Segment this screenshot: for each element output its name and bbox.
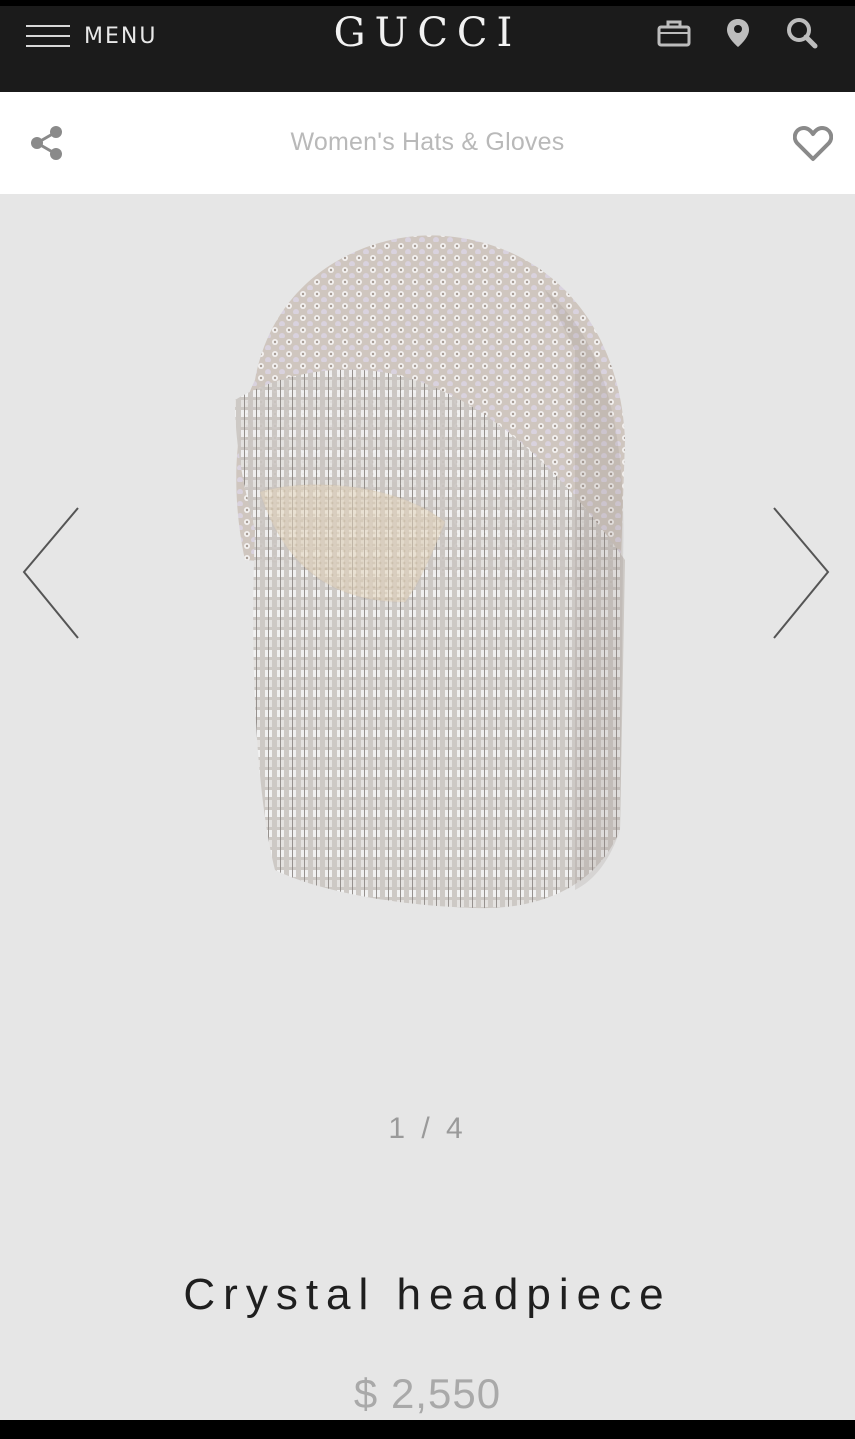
category-title: Women's Hats & Gloves [290, 128, 565, 156]
shopping-bag-icon[interactable] [657, 16, 691, 50]
heart-icon[interactable] [792, 126, 834, 162]
chevron-left-icon[interactable] [20, 506, 82, 646]
category-header: Women's Hats & Gloves [0, 92, 855, 194]
bottom-system-bar [0, 1420, 855, 1439]
product-image[interactable] [215, 230, 635, 920]
chevron-right-icon[interactable] [770, 506, 832, 646]
top-navigation-bar: MENU GUCCI [0, 6, 855, 92]
image-pager: 1 / 4 [388, 1112, 467, 1145]
product-image-gallery: 1 / 4 Crystal headpiece $ 2,550 [0, 194, 855, 1420]
search-icon[interactable] [785, 16, 819, 50]
product-price: $ 2,550 [353, 1370, 502, 1417]
product-name: Crystal headpiece [183, 1270, 672, 1319]
location-pin-icon[interactable] [721, 16, 755, 50]
header-actions [657, 16, 819, 50]
